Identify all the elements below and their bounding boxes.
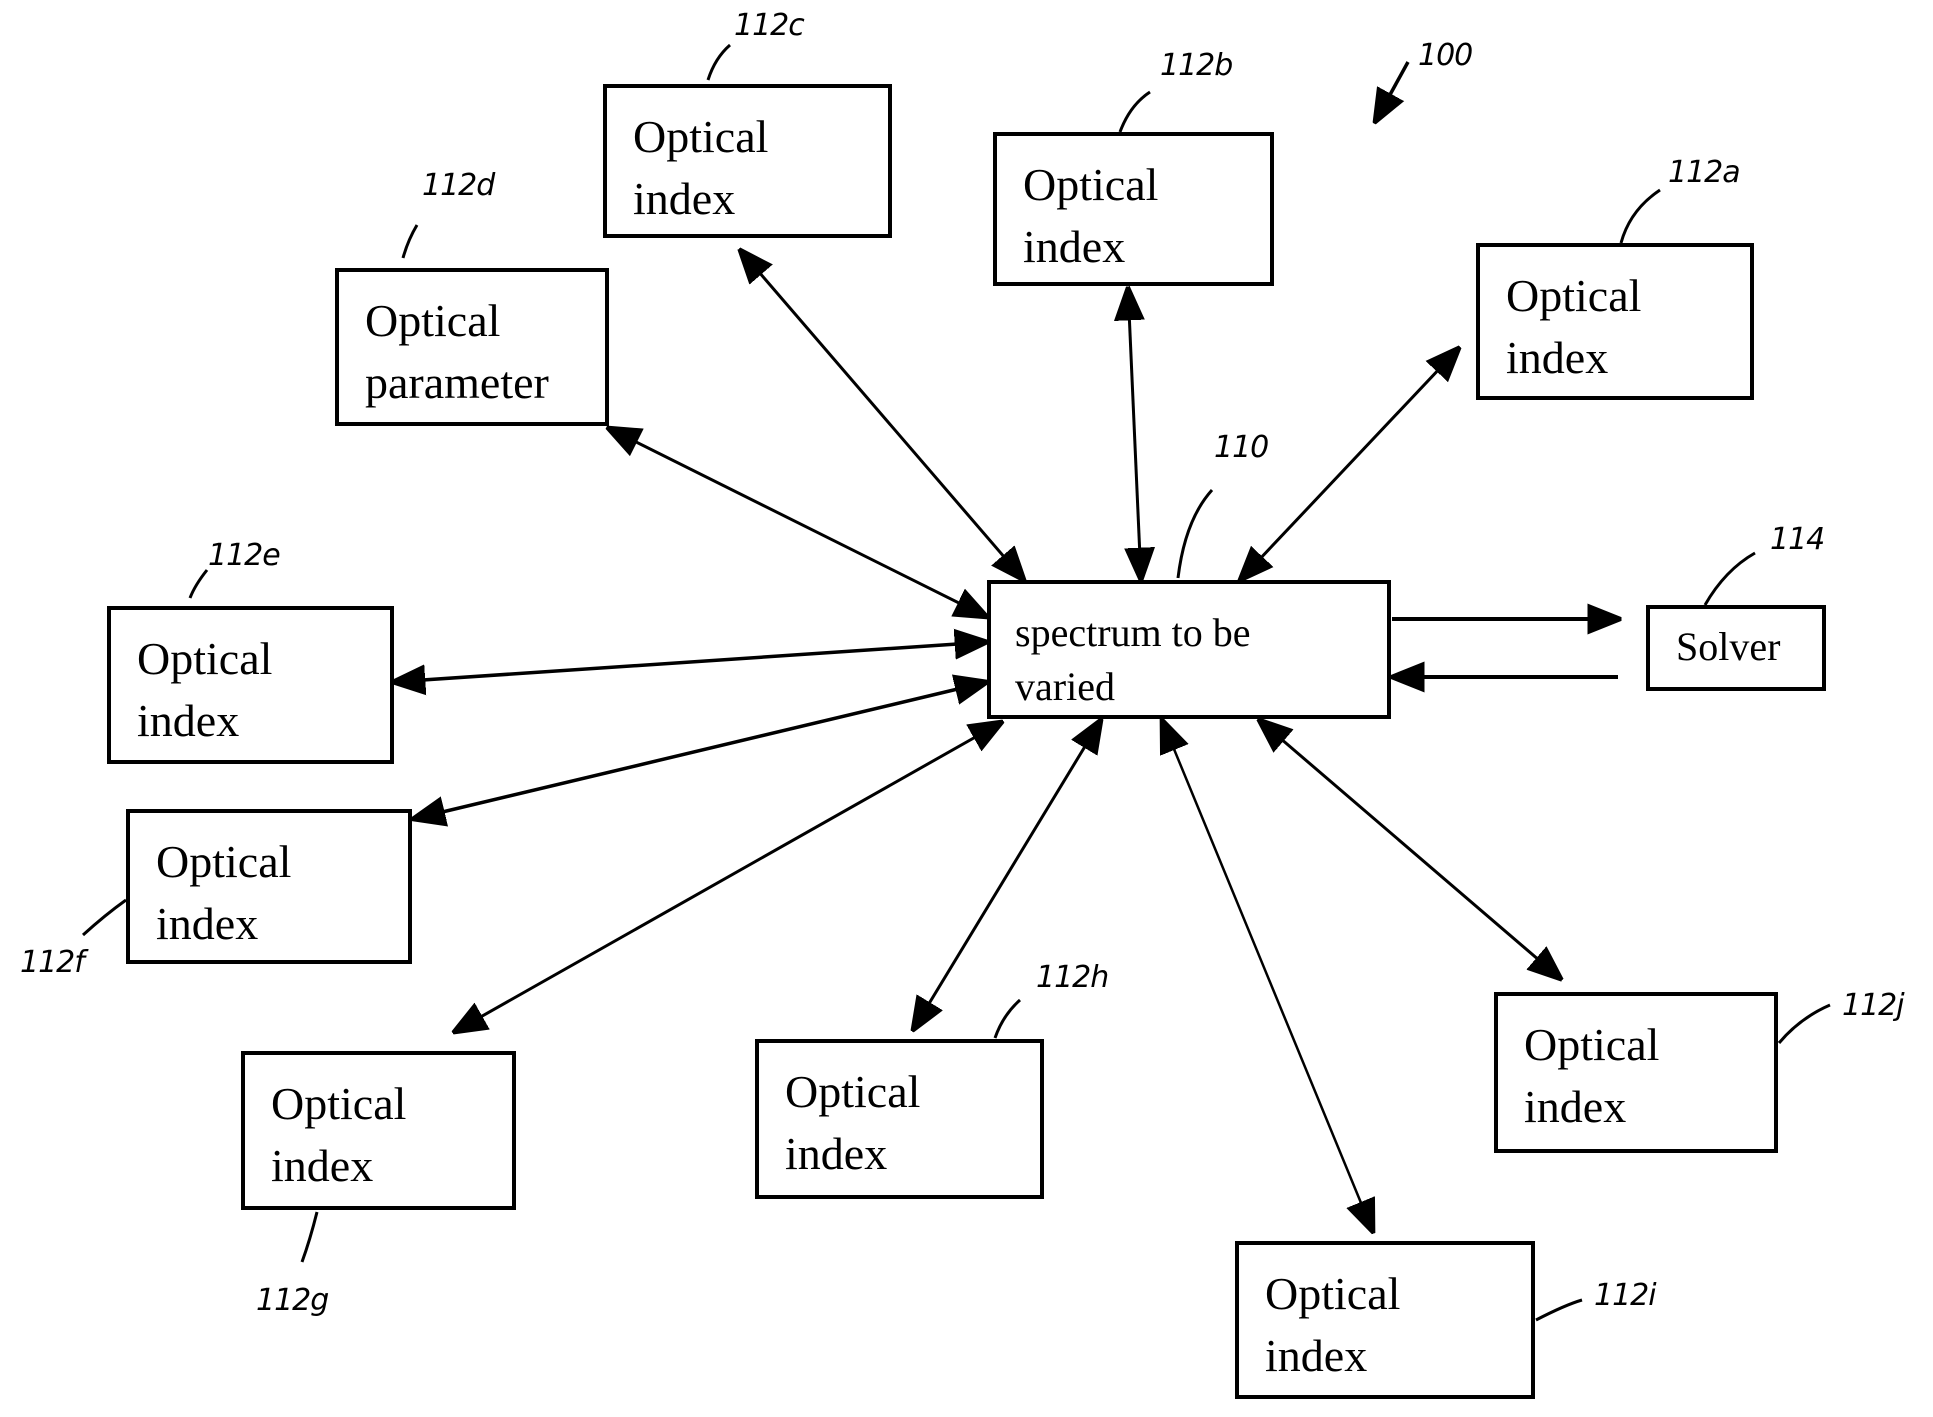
node-112h: Optical index xyxy=(755,1039,1044,1199)
ref-112a: 112a xyxy=(1668,155,1741,190)
leader-112i xyxy=(1535,1298,1583,1322)
node-112e-label: Optical index xyxy=(137,633,273,746)
ref-112e: 112e xyxy=(208,538,281,573)
arrow-112e-center xyxy=(393,642,987,682)
leader-112g xyxy=(300,1211,319,1263)
ref-112b: 112b xyxy=(1160,48,1233,83)
leader-112d xyxy=(401,224,419,259)
node-112i: Optical index xyxy=(1235,1241,1535,1399)
arrow-112c-center xyxy=(740,250,1024,580)
node-112i-label: Optical index xyxy=(1265,1268,1401,1381)
leader-112f xyxy=(81,898,127,937)
leader-114 xyxy=(1703,551,1756,606)
ref-112c: 112c xyxy=(734,8,805,43)
arrow-112b-center xyxy=(1128,288,1141,580)
center-node-110: spectrum to be varied xyxy=(987,580,1391,719)
node-112c: Optical index xyxy=(603,84,892,238)
arrow-112f-center xyxy=(413,682,987,819)
node-112h-label: Optical index xyxy=(785,1066,921,1179)
node-112j: Optical index xyxy=(1494,992,1778,1153)
leader-112c xyxy=(706,43,731,81)
node-112f-label: Optical index xyxy=(156,836,292,949)
node-112f: Optical index xyxy=(126,809,412,964)
arrow-112a-center xyxy=(1240,348,1459,580)
ref-112d: 112d xyxy=(422,168,495,203)
node-112g: Optical index xyxy=(241,1051,516,1210)
ref-112h: 112h xyxy=(1036,960,1109,995)
solver-label: Solver xyxy=(1676,624,1781,669)
node-112c-label: Optical index xyxy=(633,111,769,224)
ref-110: 110 xyxy=(1214,430,1269,465)
node-112g-label: Optical index xyxy=(271,1078,407,1191)
ref-100: 100 xyxy=(1418,38,1473,73)
node-112a-label: Optical index xyxy=(1506,270,1642,383)
node-112d-label: Optical parameter xyxy=(365,295,549,408)
leader-112e xyxy=(188,569,209,599)
arrow-112g-center xyxy=(454,722,1002,1032)
node-112b-label: Optical index xyxy=(1023,159,1159,272)
ref-112i: 112i xyxy=(1594,1278,1657,1313)
ref-114: 114 xyxy=(1770,522,1825,557)
ref-112j: 112j xyxy=(1842,988,1905,1023)
solver-node-114: Solver xyxy=(1646,605,1826,691)
arrow-112d-center xyxy=(608,428,987,617)
node-112e: Optical index xyxy=(107,606,394,764)
ref-112g: 112g xyxy=(256,1283,329,1318)
ref-112f: 112f xyxy=(20,945,85,980)
center-node-label: spectrum to be varied xyxy=(1015,610,1251,709)
leader-112j xyxy=(1777,1003,1831,1044)
leader-112h xyxy=(993,998,1021,1039)
node-112j-label: Optical index xyxy=(1524,1019,1660,1132)
figure-ref-arrow xyxy=(1375,61,1410,122)
node-112d: Optical parameter xyxy=(335,268,609,426)
node-112a: Optical index xyxy=(1476,243,1754,400)
leader-112a xyxy=(1619,188,1661,244)
diagram-canvas: Optical index Optical index Optical inde… xyxy=(0,0,1933,1417)
leader-112b xyxy=(1118,90,1151,133)
node-112b: Optical index xyxy=(993,132,1274,286)
arrow-112i-center xyxy=(1162,720,1373,1232)
arrow-112j-center xyxy=(1259,720,1561,979)
leader-110 xyxy=(1176,488,1214,579)
